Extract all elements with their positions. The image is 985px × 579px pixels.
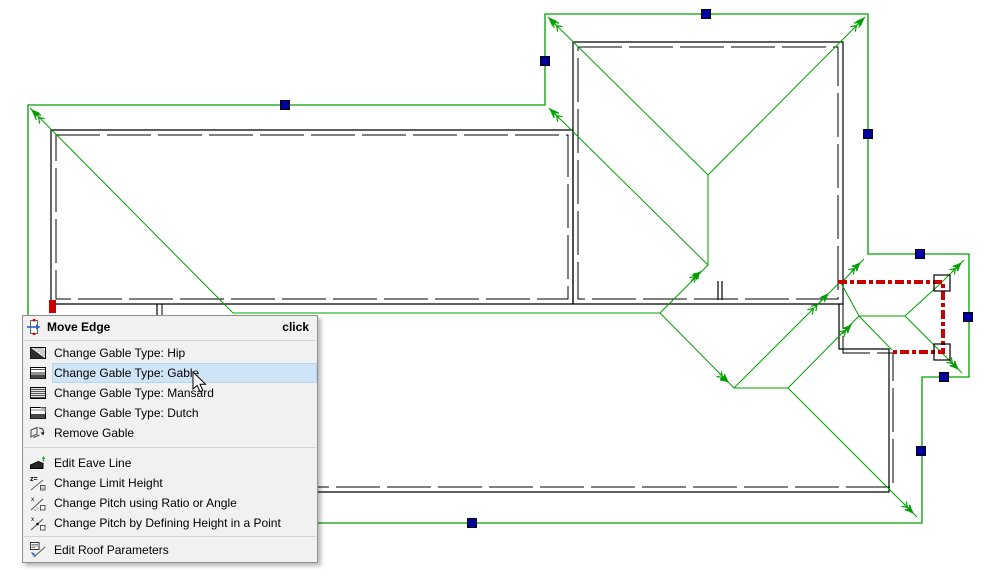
limit-height-icon: z=	[30, 475, 46, 491]
svg-text:x: x	[31, 496, 35, 503]
menu-item-label: Change Pitch using Ratio or Angle	[52, 493, 317, 513]
selected-roof-edge[interactable]	[838, 282, 943, 352]
slope-arrow	[839, 321, 854, 336]
menu-item-label: Change Gable Type: Mansard	[52, 383, 317, 403]
roof-eave-inner-line	[56, 135, 568, 299]
menu-item-label: Remove Gable	[52, 423, 317, 443]
selection-handle[interactable]	[702, 10, 711, 19]
menu-item-change-gable-type-hip[interactable]: Change Gable Type: Hip	[23, 343, 317, 363]
menu-separator	[24, 340, 316, 341]
menu-separator	[24, 447, 316, 448]
roof-pitch-line	[859, 316, 892, 350]
gable-mansard-icon	[30, 385, 46, 401]
gable-gable-icon	[30, 365, 46, 381]
menu-header-move-edge[interactable]: Move Edge click	[23, 316, 317, 338]
roof-plan-editor: Move Edge click Change Gable Type: HipCh…	[0, 0, 985, 579]
roof-pitch-line	[548, 17, 708, 175]
menu-item-label: Change Pitch by Defining Height in a Poi…	[52, 513, 317, 533]
menu-item-label: Edit Eave Line	[52, 453, 317, 473]
pitch-point-icon: x	[30, 515, 46, 531]
selection-handle[interactable]	[940, 373, 949, 382]
svg-text:x: x	[31, 516, 35, 523]
menu-item-label: Change Gable Type: Hip	[52, 343, 317, 363]
mouse-cursor	[192, 371, 208, 394]
gable-dutch-icon	[30, 405, 46, 421]
selection-handle[interactable]	[864, 130, 873, 139]
selection-handle[interactable]	[468, 519, 477, 528]
roof-pitch-line	[660, 265, 708, 313]
roof-pitch-line	[30, 108, 233, 313]
selection-handle[interactable]	[281, 101, 290, 110]
svg-text:z=: z=	[30, 476, 38, 483]
roof-params-icon	[30, 542, 46, 558]
roof-pitch-line	[788, 388, 917, 517]
menu-item-change-limit-height[interactable]: z= Change Limit Height	[23, 473, 317, 493]
selection-handle[interactable]	[964, 313, 973, 322]
menu-item-label: Change Limit Height	[52, 473, 317, 493]
menu-item-change-gable-type-mansard[interactable]: Change Gable Type: Mansard	[23, 383, 317, 403]
move-edge-icon	[26, 319, 42, 335]
menu-item-label: Edit Roof Parameters	[52, 540, 317, 560]
roof-eave-outline	[51, 130, 573, 304]
menu-item-change-pitch-using-ratio-or-angle[interactable]: x Change Pitch using Ratio or Angle	[23, 493, 317, 513]
menu-header-shortcut: click	[282, 320, 309, 334]
menu-item-remove-gable[interactable]: Remove Gable	[23, 423, 317, 443]
remove-gable-icon	[30, 425, 46, 441]
selected-edge-fragment[interactable]	[49, 300, 56, 313]
menu-item-edit-roof-parameters[interactable]: Edit Roof Parameters	[23, 540, 317, 560]
menu-item-label: Change Gable Type: Gable	[52, 363, 317, 383]
roof-pitch-line	[841, 283, 859, 316]
menu-item-change-gable-type-dutch[interactable]: Change Gable Type: Dutch	[23, 403, 317, 423]
pitch-ratio-icon: x	[30, 495, 46, 511]
selection-handle[interactable]	[541, 57, 550, 66]
selection-handle[interactable]	[917, 447, 926, 456]
roof-pitch-line	[905, 316, 941, 352]
menu-item-change-gable-type-gable[interactable]: Change Gable Type: Gable	[23, 363, 317, 383]
slope-arrow	[688, 268, 703, 283]
selection-handle[interactable]	[916, 250, 925, 259]
menu-item-label: Change Gable Type: Dutch	[52, 403, 317, 423]
menu-item-edit-eave-line[interactable]: Edit Eave Line	[23, 453, 317, 473]
gable-hip-icon	[30, 345, 46, 361]
edit-eave-icon	[30, 455, 46, 471]
menu-separator	[24, 536, 316, 537]
context-menu: Move Edge click Change Gable Type: HipCh…	[22, 315, 318, 563]
menu-header-label: Move Edge	[47, 320, 282, 334]
roof-pitch-line	[708, 17, 865, 175]
menu-item-change-pitch-by-defining-height-in-a-point[interactable]: x Change Pitch by Defining Height in a Po…	[23, 513, 317, 533]
roof-pitch-line	[905, 283, 941, 316]
